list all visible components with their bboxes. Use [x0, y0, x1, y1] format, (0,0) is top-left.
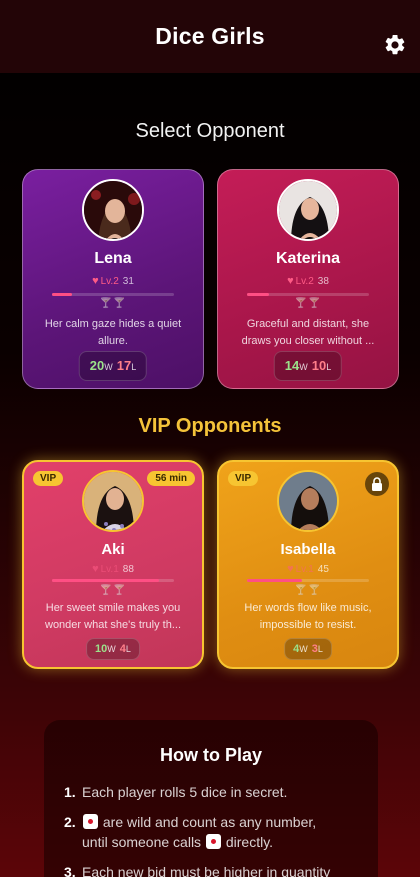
- heart-icon: ♥: [92, 275, 99, 287]
- avatar: [277, 179, 339, 241]
- affection-progress-bar: [247, 579, 369, 582]
- opponent-name: Aki: [101, 541, 125, 558]
- timer-badge: 56 min: [147, 471, 195, 486]
- vip-card-aki[interactable]: VIP 56 min Aki ♥ Lv.1 88 🍸🍸 Her sweet smil…: [22, 460, 204, 669]
- level-label: Lv.1: [100, 564, 119, 575]
- level-points: 88: [122, 564, 134, 575]
- cocktail-glass-icon: 🍸🍸: [99, 585, 127, 596]
- level-points: 45: [317, 564, 329, 575]
- die-one-icon: [83, 814, 98, 829]
- opponent-name: Lena: [94, 250, 132, 267]
- wins-count: 10: [95, 643, 108, 655]
- cocktail-glass-icon: 🍸🍸: [99, 298, 127, 309]
- level-label: Lv.2: [100, 276, 119, 287]
- level-points: 31: [122, 276, 134, 287]
- lock-icon: [365, 472, 389, 496]
- how-to-play-title: How to Play: [159, 745, 262, 765]
- opponent-name: Katerina: [275, 250, 341, 267]
- opponent-description: Graceful and distant, she draws you clos…: [241, 318, 375, 347]
- opponent-card-katerina[interactable]: Katerina ♥ Lv.2 38 🍸🍸 Graceful and distant…: [217, 169, 399, 389]
- avatar: [82, 470, 144, 532]
- level-label: Lv.1: [295, 564, 314, 575]
- vip-badge: VIP: [33, 471, 64, 486]
- opponent-description: Her words flow like music, impossible to…: [244, 602, 372, 631]
- affection-progress-bar: [52, 579, 174, 582]
- losses-count: 10: [311, 358, 327, 373]
- losses-count: 17: [116, 358, 132, 373]
- vip-card-isabella[interactable]: VIP Isabella ♥ Lv.1 45 🍸🍸 Her words flow l…: [217, 460, 399, 669]
- select-opponent-title: Select Opponent: [135, 120, 285, 142]
- heart-icon: ♥: [287, 275, 294, 287]
- affection-progress-bar: [247, 293, 369, 296]
- avatar: [82, 179, 144, 241]
- level-row: ♥ Lv.1 45: [219, 563, 397, 575]
- win-loss-record: 14W 10L: [273, 351, 343, 381]
- avatar: [277, 470, 339, 532]
- rule-item: 3. Each new bid must be higher in quanti…: [64, 864, 331, 877]
- opponent-name: Isabella: [280, 541, 336, 558]
- vip-opponents-title: VIP Opponents: [138, 415, 282, 437]
- win-loss-record: 20W 17L: [78, 351, 148, 381]
- heart-icon: ♥: [92, 563, 99, 575]
- app-bar: Dice Girls: [0, 0, 420, 73]
- level-label: Lv.2: [295, 276, 314, 287]
- wins-count: 14: [284, 358, 300, 373]
- win-loss-record: 4W 3L: [284, 638, 332, 660]
- app-title: Dice Girls: [155, 23, 265, 49]
- rule-item: 1. Each player rolls 5 dice in secret.: [64, 784, 288, 800]
- opponent-card-lena[interactable]: Lena ♥ Lv.2 31 🍸🍸 Her calm gaze hides a qu…: [22, 169, 204, 389]
- rule-item: 2. are wild and count as any number, unt…: [64, 814, 317, 850]
- heart-icon: ♥: [287, 563, 294, 575]
- level-row: ♥ Lv.1 88: [24, 563, 202, 575]
- win-loss-record: 10W 4L: [86, 638, 140, 660]
- cocktail-glass-icon: 🍸🍸: [294, 585, 322, 596]
- vip-badge: VIP: [228, 471, 259, 486]
- rules-list: 1. Each player rolls 5 dice in secret. 2…: [64, 782, 360, 877]
- opponent-description: Her sweet smile makes you wonder what sh…: [45, 602, 181, 631]
- opponent-description: Her calm gaze hides a quiet allure.: [44, 318, 182, 347]
- wins-count: 20: [89, 358, 105, 373]
- level-points: 38: [317, 276, 329, 287]
- how-to-play-panel: How to Play 1. Each player rolls 5 dice …: [44, 720, 378, 877]
- level-row: ♥ Lv.2 38: [218, 275, 398, 287]
- cocktail-glass-icon: 🍸🍸: [294, 298, 322, 309]
- level-row: ♥ Lv.2 31: [23, 275, 203, 287]
- die-one-icon: [205, 834, 221, 849]
- gear-icon[interactable]: [383, 33, 407, 57]
- affection-progress-bar: [52, 293, 174, 296]
